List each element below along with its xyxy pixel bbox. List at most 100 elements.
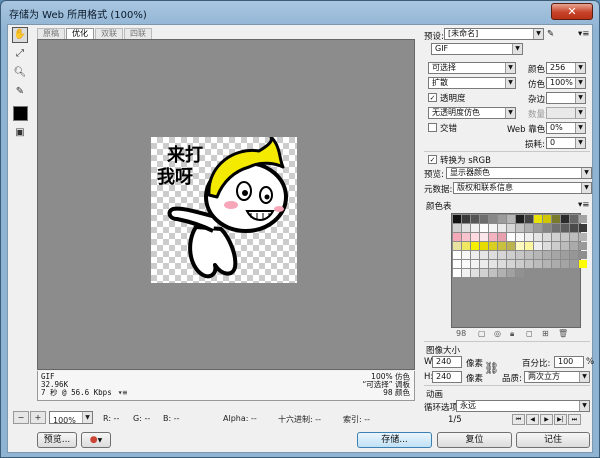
- color-swatch[interactable]: [498, 269, 506, 277]
- color-swatch[interactable]: [507, 269, 515, 277]
- height-input[interactable]: 240: [432, 371, 462, 383]
- color-swatch[interactable]: [507, 233, 515, 241]
- color-swatch[interactable]: [489, 242, 497, 250]
- file-format-select[interactable]: GIF ▼: [431, 43, 523, 55]
- color-swatch[interactable]: [570, 233, 578, 241]
- preview-button[interactable]: 预览...: [37, 432, 77, 448]
- color-swatch[interactable]: [507, 251, 515, 259]
- color-swatch[interactable]: [525, 251, 533, 259]
- zoom-out-button[interactable]: −: [13, 411, 29, 424]
- color-swatch[interactable]: [516, 215, 524, 223]
- color-swatch[interactable]: [480, 251, 488, 259]
- eyedropper-tool-icon[interactable]: ✎: [12, 84, 28, 100]
- color-swatch[interactable]: [471, 233, 479, 241]
- color-swatch[interactable]: [462, 242, 470, 250]
- color-swatch[interactable]: [507, 242, 515, 250]
- tab-optimized[interactable]: 优化: [66, 28, 94, 39]
- color-swatch[interactable]: [507, 215, 515, 223]
- color-swatch[interactable]: [453, 269, 461, 277]
- web-shift-icon[interactable]: ◎: [494, 329, 501, 338]
- web-snap-select[interactable]: 0% ▼: [546, 122, 586, 134]
- color-swatch[interactable]: [453, 251, 461, 259]
- color-swatch[interactable]: [480, 233, 488, 241]
- color-swatch[interactable]: [534, 215, 542, 223]
- eyedropper-color-swatch[interactable]: [13, 106, 28, 121]
- title-bar[interactable]: 存储为 Web 所用格式 (100%) ✕: [1, 1, 599, 23]
- color-swatch[interactable]: [579, 215, 587, 223]
- color-swatch[interactable]: [561, 260, 569, 268]
- quality-select[interactable]: 两次立方 ▼: [524, 371, 590, 383]
- color-swatch[interactable]: [525, 215, 533, 223]
- color-swatch[interactable]: [543, 251, 551, 259]
- tab-original[interactable]: 原稿: [37, 28, 65, 39]
- play-button[interactable]: ▶: [540, 414, 553, 425]
- color-swatch[interactable]: [534, 242, 542, 250]
- color-swatch[interactable]: [489, 224, 497, 232]
- color-swatch[interactable]: [480, 260, 488, 268]
- color-swatch[interactable]: [480, 224, 488, 232]
- metadata-select[interactable]: 版权和联系信息 ▼: [453, 182, 592, 194]
- color-swatch[interactable]: [453, 242, 461, 250]
- color-swatch[interactable]: [489, 251, 497, 259]
- color-swatch[interactable]: [552, 242, 560, 250]
- new-color-icon[interactable]: ⊞: [542, 329, 549, 338]
- first-frame-button[interactable]: ⏮: [512, 414, 525, 425]
- color-swatch[interactable]: [570, 260, 578, 268]
- color-swatch[interactable]: [498, 215, 506, 223]
- color-swatch[interactable]: [579, 242, 587, 250]
- percent-input[interactable]: 100: [554, 356, 584, 368]
- last-frame-button[interactable]: ⏭: [568, 414, 581, 425]
- color-reduction-select[interactable]: 可选择 ▼: [428, 62, 516, 74]
- save-button[interactable]: 存储...: [357, 432, 432, 448]
- color-swatch[interactable]: [471, 251, 479, 259]
- lossy-select[interactable]: 0 ▼: [546, 137, 586, 149]
- color-swatch[interactable]: [552, 215, 560, 223]
- color-swatch[interactable]: [525, 224, 533, 232]
- dither-amount-select[interactable]: 100% ▼: [546, 77, 586, 89]
- color-swatch[interactable]: [543, 242, 551, 250]
- color-swatch[interactable]: [498, 242, 506, 250]
- color-swatch[interactable]: [453, 233, 461, 241]
- color-swatch[interactable]: [507, 224, 515, 232]
- color-swatch[interactable]: [462, 269, 470, 277]
- color-swatch[interactable]: [471, 215, 479, 223]
- color-table-palette[interactable]: [451, 213, 587, 328]
- next-frame-button[interactable]: ▶|: [554, 414, 567, 425]
- color-swatch[interactable]: [480, 242, 488, 250]
- color-swatch[interactable]: [561, 233, 569, 241]
- color-swatch[interactable]: [561, 215, 569, 223]
- color-swatch[interactable]: [471, 269, 479, 277]
- color-swatch[interactable]: [570, 215, 578, 223]
- color-swatch[interactable]: [543, 224, 551, 232]
- colors-select[interactable]: 256 ▼: [546, 62, 586, 74]
- preview-select[interactable]: 显示器颜色 ▼: [446, 167, 592, 179]
- color-swatch[interactable]: [516, 242, 524, 250]
- color-swatch[interactable]: [471, 224, 479, 232]
- tab-4-up[interactable]: 四联: [124, 28, 152, 39]
- color-swatch[interactable]: [552, 233, 560, 241]
- close-button[interactable]: ✕: [551, 3, 593, 20]
- download-speed-menu-icon[interactable]: ▾≡: [118, 389, 128, 397]
- color-swatch[interactable]: [525, 233, 533, 241]
- add-color-icon[interactable]: ◻: [526, 329, 533, 338]
- color-swatch[interactable]: [498, 251, 506, 259]
- color-swatch[interactable]: [534, 260, 542, 268]
- preset-edit-icon[interactable]: ✎: [547, 29, 554, 39]
- color-table-menu-icon[interactable]: ▾≡: [578, 200, 589, 210]
- transparency-checkbox[interactable]: ✓: [428, 93, 437, 102]
- optimize-menu-icon[interactable]: ▾≡: [578, 29, 589, 39]
- color-swatch[interactable]: [525, 260, 533, 268]
- color-swatch[interactable]: [579, 260, 587, 268]
- zoom-tool-icon[interactable]: 🔍︎: [12, 65, 28, 81]
- color-swatch[interactable]: [462, 215, 470, 223]
- browser-select-button[interactable]: ●▼: [81, 432, 111, 448]
- color-swatch[interactable]: [471, 242, 479, 250]
- color-swatch[interactable]: [462, 233, 470, 241]
- color-swatch[interactable]: [498, 224, 506, 232]
- loop-select[interactable]: 永远 ▼: [456, 400, 590, 412]
- color-swatch[interactable]: [489, 260, 497, 268]
- color-swatch[interactable]: [543, 260, 551, 268]
- delete-color-icon[interactable]: 🗑︎: [558, 329, 568, 338]
- color-swatch[interactable]: [516, 224, 524, 232]
- color-swatch[interactable]: [570, 251, 578, 259]
